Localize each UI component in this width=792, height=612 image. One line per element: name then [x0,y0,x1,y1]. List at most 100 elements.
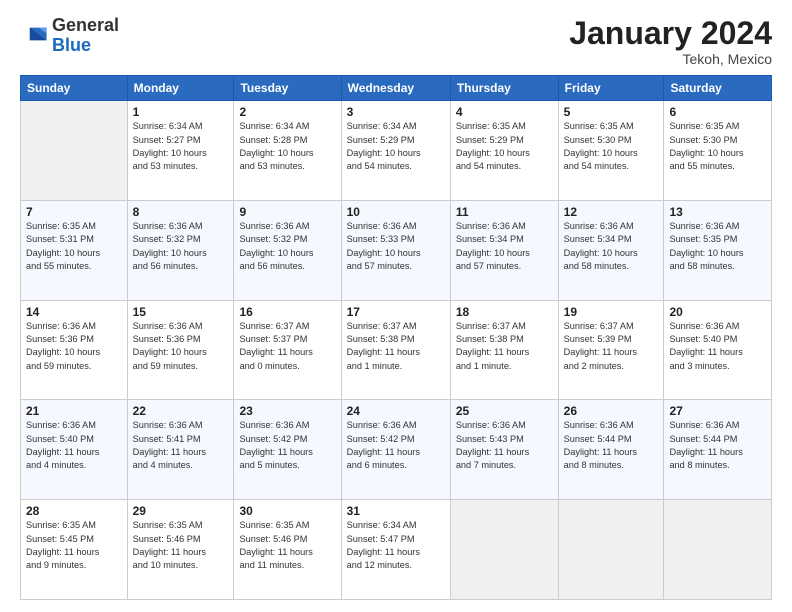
day-info: Sunrise: 6:37 AMSunset: 5:39 PMDaylight:… [564,320,659,373]
calendar-cell: 13Sunrise: 6:36 AMSunset: 5:35 PMDayligh… [664,200,772,300]
day-info: Sunrise: 6:35 AMSunset: 5:30 PMDaylight:… [564,120,659,173]
calendar-cell: 24Sunrise: 6:36 AMSunset: 5:42 PMDayligh… [341,400,450,500]
logo-text: General Blue [52,16,119,56]
calendar-cell: 10Sunrise: 6:36 AMSunset: 5:33 PMDayligh… [341,200,450,300]
day-number: 8 [133,205,229,219]
day-number: 28 [26,504,122,518]
day-info: Sunrise: 6:36 AMSunset: 5:42 PMDaylight:… [347,419,445,472]
calendar-cell: 27Sunrise: 6:36 AMSunset: 5:44 PMDayligh… [664,400,772,500]
day-header-thursday: Thursday [450,76,558,101]
calendar-cell: 4Sunrise: 6:35 AMSunset: 5:29 PMDaylight… [450,101,558,201]
day-number: 3 [347,105,445,119]
day-info: Sunrise: 6:34 AMSunset: 5:47 PMDaylight:… [347,519,445,572]
calendar-cell: 28Sunrise: 6:35 AMSunset: 5:45 PMDayligh… [21,500,128,600]
page: General Blue January 2024 Tekoh, Mexico … [0,0,792,612]
day-info: Sunrise: 6:36 AMSunset: 5:32 PMDaylight:… [239,220,335,273]
calendar-cell: 1Sunrise: 6:34 AMSunset: 5:27 PMDaylight… [127,101,234,201]
day-header-friday: Friday [558,76,664,101]
calendar-week-5: 28Sunrise: 6:35 AMSunset: 5:45 PMDayligh… [21,500,772,600]
day-number: 26 [564,404,659,418]
day-number: 12 [564,205,659,219]
day-header-saturday: Saturday [664,76,772,101]
day-number: 10 [347,205,445,219]
month-title: January 2024 [569,16,772,51]
day-info: Sunrise: 6:36 AMSunset: 5:34 PMDaylight:… [456,220,553,273]
day-info: Sunrise: 6:37 AMSunset: 5:38 PMDaylight:… [347,320,445,373]
day-info: Sunrise: 6:34 AMSunset: 5:29 PMDaylight:… [347,120,445,173]
day-number: 7 [26,205,122,219]
day-number: 4 [456,105,553,119]
day-number: 27 [669,404,766,418]
calendar-cell: 19Sunrise: 6:37 AMSunset: 5:39 PMDayligh… [558,300,664,400]
calendar-cell: 6Sunrise: 6:35 AMSunset: 5:30 PMDaylight… [664,101,772,201]
calendar-cell: 11Sunrise: 6:36 AMSunset: 5:34 PMDayligh… [450,200,558,300]
day-number: 11 [456,205,553,219]
day-info: Sunrise: 6:35 AMSunset: 5:46 PMDaylight:… [239,519,335,572]
day-number: 14 [26,305,122,319]
day-number: 17 [347,305,445,319]
day-number: 1 [133,105,229,119]
day-header-sunday: Sunday [21,76,128,101]
header: General Blue January 2024 Tekoh, Mexico [20,16,772,67]
day-number: 19 [564,305,659,319]
logo-icon [20,22,48,50]
day-info: Sunrise: 6:36 AMSunset: 5:43 PMDaylight:… [456,419,553,472]
calendar-cell: 12Sunrise: 6:36 AMSunset: 5:34 PMDayligh… [558,200,664,300]
day-number: 25 [456,404,553,418]
day-info: Sunrise: 6:36 AMSunset: 5:44 PMDaylight:… [564,419,659,472]
day-number: 15 [133,305,229,319]
day-number: 21 [26,404,122,418]
calendar-cell: 14Sunrise: 6:36 AMSunset: 5:36 PMDayligh… [21,300,128,400]
calendar-week-3: 14 Sunrise: 6:36 AMSunset: 5:36 PMDayligh… [21,300,772,400]
day-header-wednesday: Wednesday [341,76,450,101]
calendar-cell [558,500,664,600]
day-number: 6 [669,105,766,119]
day-number: 20 [669,305,766,319]
day-number: 5 [564,105,659,119]
day-info: Sunrise: 6:34 AMSunset: 5:27 PMDaylight:… [133,120,229,173]
day-number: 16 [239,305,335,319]
calendar-cell: 31Sunrise: 6:34 AMSunset: 5:47 PMDayligh… [341,500,450,600]
day-info: Sunrise: 6:36 AMSunset: 5:42 PMDaylight:… [239,419,335,472]
logo-general: General [52,15,119,35]
day-info: Sunrise: 6:36 AMSunset: 5:44 PMDaylight:… [669,419,766,472]
day-info: Sunrise: 6:34 AMSunset: 5:28 PMDaylight:… [239,120,335,173]
logo-blue: Blue [52,35,91,55]
day-number: 24 [347,404,445,418]
day-info: Sunrise: 6:36 AMSunset: 5:40 PMDaylight:… [26,419,122,472]
day-info: Sunrise: 6:36 AMSunset: 5:34 PMDaylight:… [564,220,659,273]
calendar-cell: 7Sunrise: 6:35 AMSunset: 5:31 PMDaylight… [21,200,128,300]
day-info: Sunrise: 6:35 AMSunset: 5:45 PMDaylight:… [26,519,122,572]
day-info: Sunrise: 6:36 AMSunset: 5:32 PMDaylight:… [133,220,229,273]
calendar-cell: 29Sunrise: 6:35 AMSunset: 5:46 PMDayligh… [127,500,234,600]
day-info: Sunrise: 6:36 AMSunset: 5:41 PMDaylight:… [133,419,229,472]
day-number: 29 [133,504,229,518]
title-block: January 2024 Tekoh, Mexico [569,16,772,67]
day-number: 22 [133,404,229,418]
calendar-cell [664,500,772,600]
day-info: Sunrise: 6:35 AMSunset: 5:46 PMDaylight:… [133,519,229,572]
day-info: Sunrise: 6:36 AMSunset: 5:36 PMDaylight:… [133,320,229,373]
calendar-cell: 9Sunrise: 6:36 AMSunset: 5:32 PMDaylight… [234,200,341,300]
calendar-cell: 25Sunrise: 6:36 AMSunset: 5:43 PMDayligh… [450,400,558,500]
calendar-week-4: 21Sunrise: 6:36 AMSunset: 5:40 PMDayligh… [21,400,772,500]
day-number: 30 [239,504,335,518]
calendar-cell: 21Sunrise: 6:36 AMSunset: 5:40 PMDayligh… [21,400,128,500]
day-info: Sunrise: 6:35 AMSunset: 5:30 PMDaylight:… [669,120,766,173]
calendar-cell [450,500,558,600]
calendar-cell: 20Sunrise: 6:36 AMSunset: 5:40 PMDayligh… [664,300,772,400]
day-number: 9 [239,205,335,219]
day-info: Sunrise: 6:37 AMSunset: 5:37 PMDaylight:… [239,320,335,373]
day-number: 2 [239,105,335,119]
day-number: 18 [456,305,553,319]
calendar-cell: 22Sunrise: 6:36 AMSunset: 5:41 PMDayligh… [127,400,234,500]
subtitle: Tekoh, Mexico [569,51,772,67]
day-info: Sunrise: 6:36 AMSunset: 5:35 PMDaylight:… [669,220,766,273]
calendar-table: SundayMondayTuesdayWednesdayThursdayFrid… [20,75,772,600]
calendar-cell: 16Sunrise: 6:37 AMSunset: 5:37 PMDayligh… [234,300,341,400]
calendar-cell: 15Sunrise: 6:36 AMSunset: 5:36 PMDayligh… [127,300,234,400]
calendar-week-1: 1Sunrise: 6:34 AMSunset: 5:27 PMDaylight… [21,101,772,201]
day-info: Sunrise: 6:37 AMSunset: 5:38 PMDaylight:… [456,320,553,373]
day-number: 23 [239,404,335,418]
day-info: Sunrise: 6:35 AMSunset: 5:31 PMDaylight:… [26,220,122,273]
